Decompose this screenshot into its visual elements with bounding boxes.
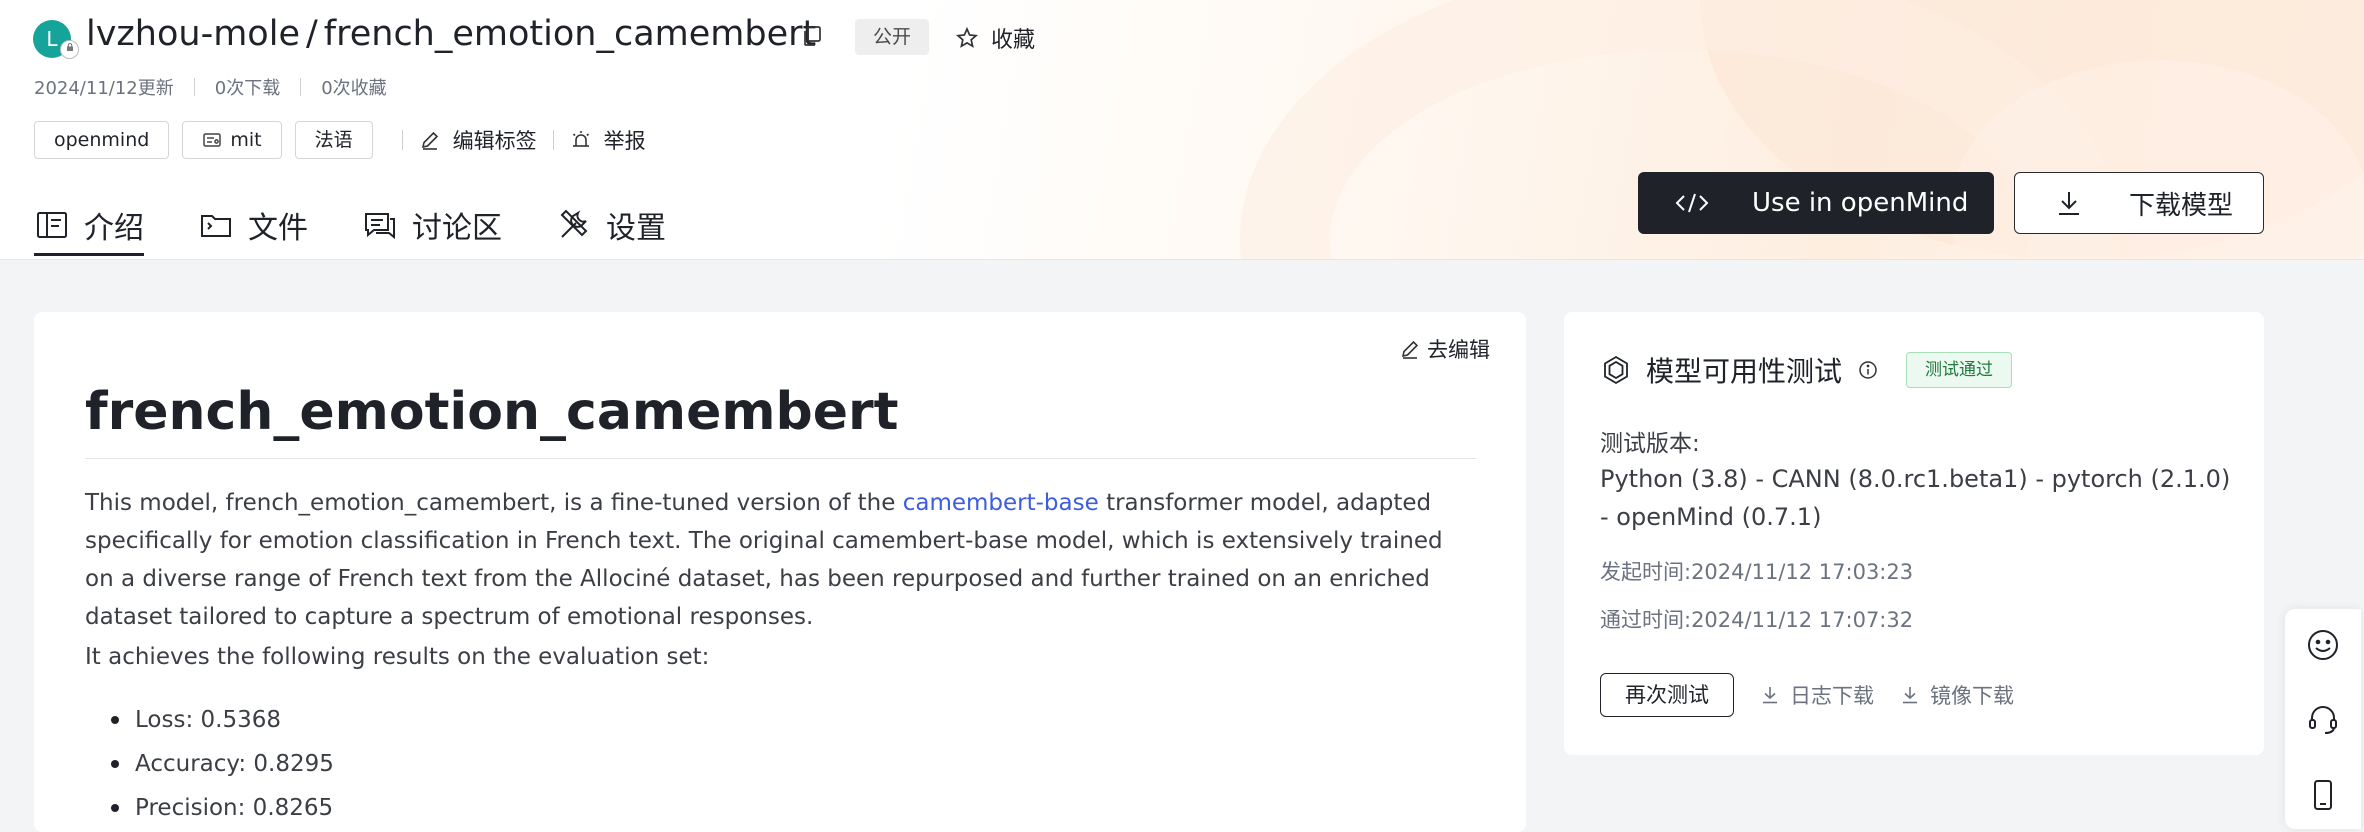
divider <box>193 78 195 96</box>
code-icon <box>1675 193 1709 213</box>
camembert-base-link[interactable]: camembert-base <box>903 490 1099 516</box>
repo-separator: / <box>305 14 318 54</box>
divider <box>401 130 403 150</box>
log-download-label: 日志下载 <box>1790 684 1874 708</box>
copy-icon[interactable] <box>800 24 824 48</box>
chat-icon <box>365 213 395 240</box>
tag-openmind[interactable]: openmind <box>34 121 170 159</box>
status-badge: 测试通过 <box>1906 352 2013 388</box>
tab-label: 讨论区 <box>412 211 502 246</box>
tab-label: 设置 <box>606 211 666 246</box>
retest-button[interactable]: 再次测试 <box>1600 673 1734 717</box>
alarm-icon <box>572 131 589 147</box>
download-model-button[interactable]: 下载模型 <box>2014 172 2264 234</box>
edit-tags-label: 编辑标签 <box>452 129 537 153</box>
list-item: Loss: 0.5368 <box>85 698 334 742</box>
lock-icon <box>60 40 79 59</box>
use-in-label: Use in openMind <box>1752 188 1969 218</box>
tab-discussion[interactable]: 讨论区 <box>362 194 502 256</box>
smiley-icon[interactable] <box>2305 627 2341 663</box>
log-download-link[interactable]: 日志下载 <box>1760 680 1874 710</box>
headset-icon[interactable] <box>2305 701 2341 737</box>
pencil-icon <box>421 131 438 150</box>
tag-license[interactable]: mit <box>182 121 282 159</box>
license-icon <box>203 133 222 147</box>
report-label: 举报 <box>603 129 646 153</box>
favorite-count: 0次收藏 <box>321 78 387 99</box>
info-icon[interactable] <box>1858 360 1878 380</box>
favorite-label: 收藏 <box>991 28 1036 53</box>
description-text: This model, french_emotion_camembert, is… <box>85 490 903 516</box>
results-list: Loss: 0.5368 Accuracy: 0.8295 Precision:… <box>85 698 334 830</box>
repo-header: L lvzhou-mole / french_emotion_camembert 公… <box>0 0 2364 260</box>
tab-label: 介绍 <box>84 211 144 246</box>
availability-card: 模型可用性测试 测试通过 测试版本: Python (3.8) - CANN (… <box>1564 312 2264 755</box>
tag-list: openmind mit 法语 编辑标签 举报 <box>34 121 646 159</box>
tab-label: 文件 <box>248 211 308 246</box>
tag-label: 法语 <box>314 129 353 151</box>
favorite-button[interactable]: 收藏 <box>955 22 1035 54</box>
tab-settings[interactable]: 设置 <box>556 194 666 256</box>
floating-toolbar <box>2285 609 2361 829</box>
tag-label: mit <box>230 129 262 151</box>
repo-name: french_emotion_camembert <box>323 14 817 54</box>
pencil-icon <box>1401 340 1419 359</box>
availability-header: 模型可用性测试 测试通过 <box>1600 350 2013 390</box>
edit-readme-link[interactable]: 去编辑 <box>1399 334 1490 364</box>
repo-tabs: 介绍 文件 讨论区 设置 <box>34 194 720 256</box>
results-intro: It achieves the following results on the… <box>85 644 710 670</box>
tag-language[interactable]: 法语 <box>294 121 373 159</box>
readme-heading: french_emotion_camembert <box>85 382 899 442</box>
folder-icon <box>201 215 231 237</box>
version-text: Python (3.8) - CANN (8.0.rc1.beta1) - py… <box>1600 465 2231 531</box>
visibility-badge: 公开 <box>855 19 929 55</box>
availability-title: 模型可用性测试 <box>1646 355 1843 388</box>
hexagon-icon <box>1604 355 1628 385</box>
repo-owner[interactable]: lvzhou-mole <box>86 14 300 54</box>
readme-card: 去编辑 french_emotion_camembert This model,… <box>34 312 1526 832</box>
availability-actions: 再次测试 日志下载 镜像下载 <box>1600 673 2014 717</box>
divider <box>552 130 554 150</box>
report-button[interactable]: 举报 <box>570 125 646 155</box>
repo-title: lvzhou-mole / french_emotion_camembert <box>86 14 816 54</box>
repo-meta: 2024/11/12更新 0次下载 0次收藏 <box>34 74 387 100</box>
download-count: 0次下载 <box>214 78 281 99</box>
image-download-link[interactable]: 镜像下载 <box>1900 680 2014 710</box>
list-item: Precision: 0.8265 <box>85 786 334 830</box>
updated-date: 2024/11/12更新 <box>34 78 174 99</box>
heading-divider <box>85 458 1476 459</box>
download-icon <box>2059 192 2079 215</box>
tools-icon <box>560 209 588 238</box>
edit-tags-button[interactable]: 编辑标签 <box>419 125 537 155</box>
start-time: 发起时间:2024/11/12 17:03:23 <box>1600 560 1914 584</box>
tab-intro[interactable]: 介绍 <box>34 194 144 256</box>
image-download-label: 镜像下载 <box>1930 684 2014 708</box>
pass-time: 通过时间:2024/11/12 17:07:32 <box>1600 608 1914 632</box>
use-in-openmind-button[interactable]: Use in openMind <box>1638 172 1994 234</box>
download-icon <box>1763 687 1777 704</box>
star-icon <box>955 26 979 48</box>
mobile-icon[interactable] <box>2305 777 2341 813</box>
edit-label: 去编辑 <box>1427 338 1490 362</box>
version-label: 测试版本: <box>1600 431 1700 457</box>
tag-label: openmind <box>54 129 150 151</box>
download-label: 下载模型 <box>2129 190 2234 221</box>
book-icon <box>37 212 67 238</box>
list-item: Accuracy: 0.8295 <box>85 742 334 786</box>
tab-files[interactable]: 文件 <box>198 194 308 256</box>
readme-description: This model, french_emotion_camembert, is… <box>85 484 1476 636</box>
download-icon <box>1903 687 1917 704</box>
divider <box>300 78 302 96</box>
